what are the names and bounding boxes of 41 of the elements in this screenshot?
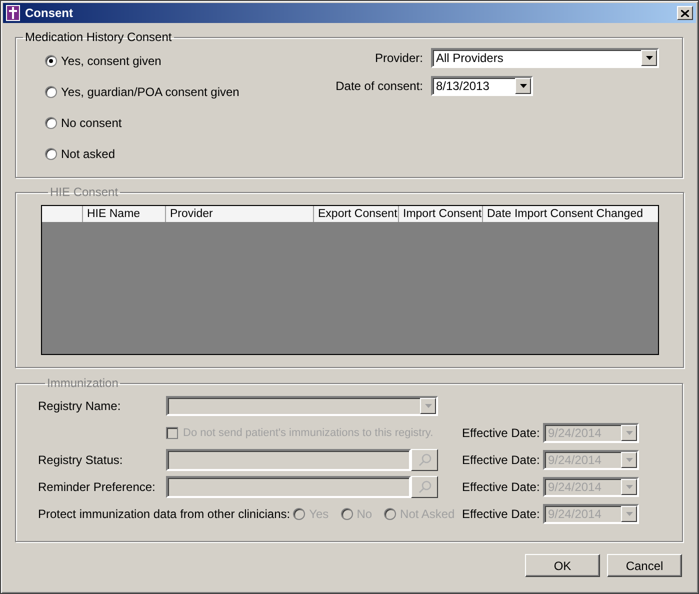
group-title: Medication History Consent [24,30,173,44]
cancel-button[interactable]: Cancel [607,554,682,577]
close-button[interactable] [677,6,693,20]
field-label: Registry Name: [38,399,122,413]
field-label: Effective Date: [462,453,541,467]
option-label: Yes, guardian/POA consent given [61,84,240,98]
option-label: Yes, consent given [61,54,162,68]
field-label: Effective Date: [462,507,541,521]
field-label: Registry Status: [38,453,124,467]
radio-button[interactable] [45,86,57,98]
search-icon [418,480,432,494]
window-title: Consent [25,6,74,20]
group-title: HIE Consent [49,185,120,199]
caret-icon [626,458,632,462]
caret-icon [424,404,432,408]
group-title: Immunization [46,376,120,390]
caret-icon [626,431,632,435]
radio-button[interactable] [45,54,57,66]
close-icon [681,10,689,16]
caret-icon [646,56,652,60]
dropdown-button[interactable] [515,78,531,94]
field-label: Effective Date: [462,480,541,494]
field-label: Protect immunization data from other clinicians: [38,507,290,521]
dropdown-button[interactable] [641,50,657,66]
search-icon [418,453,432,467]
app-icon [6,5,20,21]
provider-dropdown[interactable]: All Providers [431,48,659,68]
field-label: Effective Date: [462,426,541,440]
option-label: No consent [61,116,122,130]
ok-button[interactable]: OK [525,554,600,577]
caret-icon [520,84,526,88]
option-label: Not asked [61,146,116,160]
radio-button[interactable] [45,116,57,128]
caret-icon [626,512,632,516]
field-label: Reminder Preference: [38,480,156,494]
field-label: Date of consent: [335,79,423,93]
radio-button[interactable] [45,148,57,160]
column-header[interactable]: Date Import Consent Changed [483,206,658,222]
date-picker[interactable]: 8/13/2013 [431,76,533,96]
caret-icon [626,485,632,489]
field-label: Provider: [374,51,423,65]
